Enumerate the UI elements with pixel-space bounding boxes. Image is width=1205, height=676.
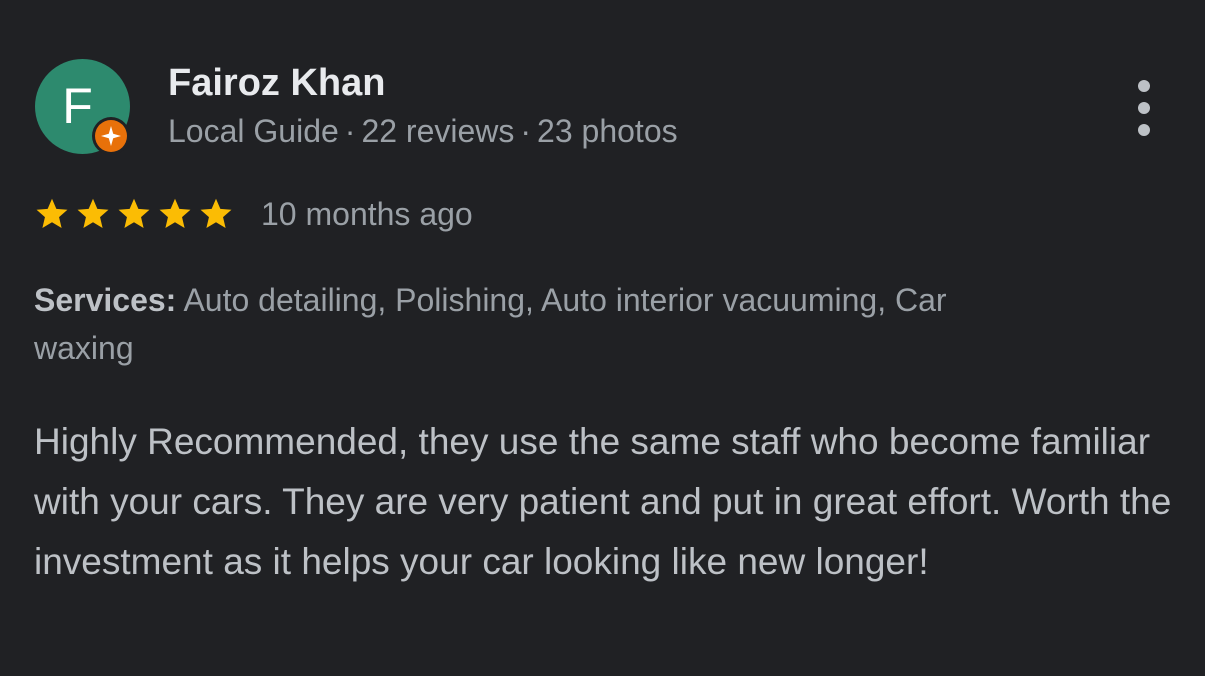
author-review-count: 22 reviews (361, 113, 515, 149)
meta-separator: · (344, 113, 356, 149)
star-icon (159, 198, 191, 228)
avatar-initial: F (62, 78, 93, 134)
local-guide-badge (92, 117, 130, 155)
author-name[interactable]: Fairoz Khan (168, 62, 385, 105)
meta-separator: · (520, 113, 532, 149)
services-section: Services: Auto detailing, Polishing, Aut… (34, 276, 1034, 372)
author-meta: Local Guide · 22 reviews · 23 photos (168, 113, 678, 150)
services-label: Services: (34, 282, 177, 318)
star-icon (200, 198, 232, 228)
more-options-button[interactable] (1124, 80, 1164, 136)
more-vert-icon-dot (1138, 102, 1150, 114)
review-card: F Fairoz Khan Local Guide · 22 reviews · 23 … (0, 0, 1205, 676)
review-date: 10 months ago (261, 195, 473, 232)
star-icon (77, 198, 109, 228)
more-vert-icon (1138, 80, 1150, 92)
author-photo-count: 23 photos (537, 113, 678, 149)
rating-row: 10 months ago (34, 192, 473, 236)
author-role: Local Guide (168, 113, 339, 149)
local-guide-star-icon (101, 126, 121, 146)
star-icon (36, 198, 68, 228)
more-vert-icon-dot (1138, 124, 1150, 136)
review-text: Highly Recommended, they use the same st… (34, 421, 1172, 582)
star-icon (118, 198, 150, 228)
star-rating (34, 196, 239, 232)
